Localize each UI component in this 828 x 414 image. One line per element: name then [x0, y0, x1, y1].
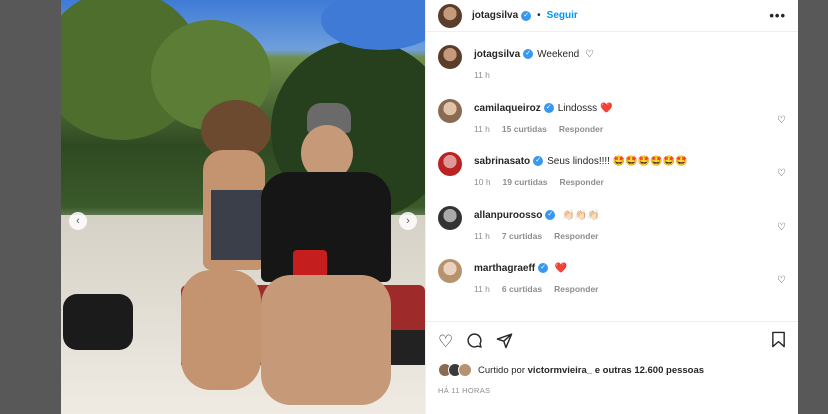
- avatar[interactable]: [438, 152, 462, 176]
- caption-text: Weekend: [537, 49, 580, 60]
- speaker: [63, 294, 133, 350]
- comment-row: marthagraeff ✓ ❤️ 11 h 6 curtidas Responder…: [426, 252, 798, 306]
- comment-likes[interactable]: 15 curtidas: [502, 124, 547, 134]
- heart-icon[interactable]: ♡: [438, 333, 453, 350]
- comment-emoji: ❤️: [554, 263, 568, 274]
- likes-prefix: Curtido por: [478, 364, 525, 376]
- comment-row: allanpuroosso ✓ 👏🏻👏🏻👏🏻 11 h 7 curtidas Resp…: [426, 199, 798, 253]
- separator-dot: •: [537, 10, 541, 21]
- chevron-right-icon[interactable]: ›: [399, 212, 417, 230]
- bookmark-icon[interactable]: [771, 331, 786, 353]
- comment-time[interactable]: 11 h: [474, 124, 490, 134]
- post-modal: ‹ › jotagsilva ✓ • Seguir ••• jotagsilva…: [61, 0, 798, 414]
- comment-likes[interactable]: 6 curtidas: [502, 284, 542, 294]
- comment-text: Seus lindos!!!!: [547, 156, 610, 167]
- post-photo[interactable]: ‹ ›: [61, 0, 425, 414]
- like-comment-heart-icon[interactable]: ♡: [777, 222, 786, 233]
- likes-summary: Curtido por victormvieira_ e outras 12.6…: [438, 363, 704, 377]
- comment-username[interactable]: sabrinasato: [474, 156, 530, 167]
- woman-legs: [181, 270, 261, 390]
- post-sidebar: jotagsilva ✓ • Seguir ••• jotagsilva ✓ Wee…: [425, 0, 798, 414]
- comment-time[interactable]: 11 h: [474, 231, 490, 241]
- avatar[interactable]: [438, 205, 462, 230]
- avatar: [458, 363, 472, 377]
- verified-icon: ✓: [545, 209, 556, 220]
- comment-time[interactable]: 11 h: [474, 284, 490, 294]
- action-bar: ♡: [426, 321, 798, 361]
- reply-button[interactable]: Responder: [554, 284, 598, 294]
- avatar[interactable]: [438, 45, 462, 69]
- swimsuit: [211, 190, 263, 260]
- comments-list: jotagsilva ✓ Weekend ♡ 11 h camilaqueiroz ✓…: [426, 38, 798, 306]
- avatar[interactable]: [438, 98, 462, 123]
- reply-button[interactable]: Responder: [559, 177, 603, 187]
- reply-button[interactable]: Responder: [559, 124, 603, 134]
- comment-username[interactable]: camilaqueiroz: [474, 103, 541, 114]
- verified-icon: ✓: [523, 49, 534, 60]
- comment-likes[interactable]: 19 curtidas: [503, 177, 548, 187]
- comment-time[interactable]: 10 h: [474, 177, 491, 187]
- comment-likes[interactable]: 7 curtidas: [502, 231, 542, 241]
- verified-icon: ✓: [533, 156, 544, 167]
- comment-row: sabrinasato ✓ Seus lindos!!!! 🤩🤩🤩🤩🤩🤩 10 h 1…: [426, 145, 798, 199]
- likes-suffix[interactable]: e outras 12.600 pessoas: [595, 365, 704, 376]
- comment-emoji: 👏🏻👏🏻👏🏻: [562, 209, 600, 221]
- comment-emoji: ❤️: [599, 102, 613, 114]
- follow-button[interactable]: Seguir: [547, 10, 578, 21]
- caption-row: jotagsilva ✓ Weekend ♡ 11 h: [426, 38, 798, 92]
- comment-row: camilaqueiroz ✓ Lindosss ❤️ 11 h 15 curtida…: [426, 92, 798, 146]
- verified-icon: ✓: [543, 102, 554, 113]
- post-username[interactable]: jotagsilva: [472, 10, 518, 21]
- reply-button[interactable]: Responder: [554, 231, 598, 241]
- verified-icon: ✓: [538, 263, 549, 274]
- man-legs: [261, 275, 391, 405]
- caption-time[interactable]: 11 h: [474, 70, 490, 80]
- chevron-left-icon[interactable]: ‹: [69, 212, 87, 230]
- like-comment-heart-icon[interactable]: ♡: [777, 115, 786, 126]
- like-comment-heart-icon[interactable]: ♡: [777, 275, 786, 286]
- comment-text: Lindosss: [557, 102, 598, 114]
- like-comment-heart-icon[interactable]: ♡: [777, 168, 786, 179]
- post-header: jotagsilva ✓ • Seguir •••: [426, 0, 798, 32]
- avatar[interactable]: [438, 3, 462, 28]
- more-options-icon[interactable]: •••: [769, 8, 786, 23]
- verified-icon: ✓: [521, 10, 532, 21]
- comment-icon[interactable]: [466, 332, 483, 352]
- avatar[interactable]: [438, 259, 462, 283]
- post-date[interactable]: HÁ 11 HORAS: [438, 386, 490, 395]
- caption-username[interactable]: jotagsilva: [474, 49, 520, 60]
- likes-user[interactable]: victormvieira_: [528, 365, 592, 376]
- comment-username[interactable]: marthagraeff: [474, 263, 535, 274]
- comment-username[interactable]: allanpuroosso: [474, 210, 542, 221]
- share-icon[interactable]: [496, 332, 513, 352]
- heart-outline-icon: ♡: [585, 49, 594, 60]
- comment-emoji: 🤩🤩🤩🤩🤩🤩: [612, 156, 688, 167]
